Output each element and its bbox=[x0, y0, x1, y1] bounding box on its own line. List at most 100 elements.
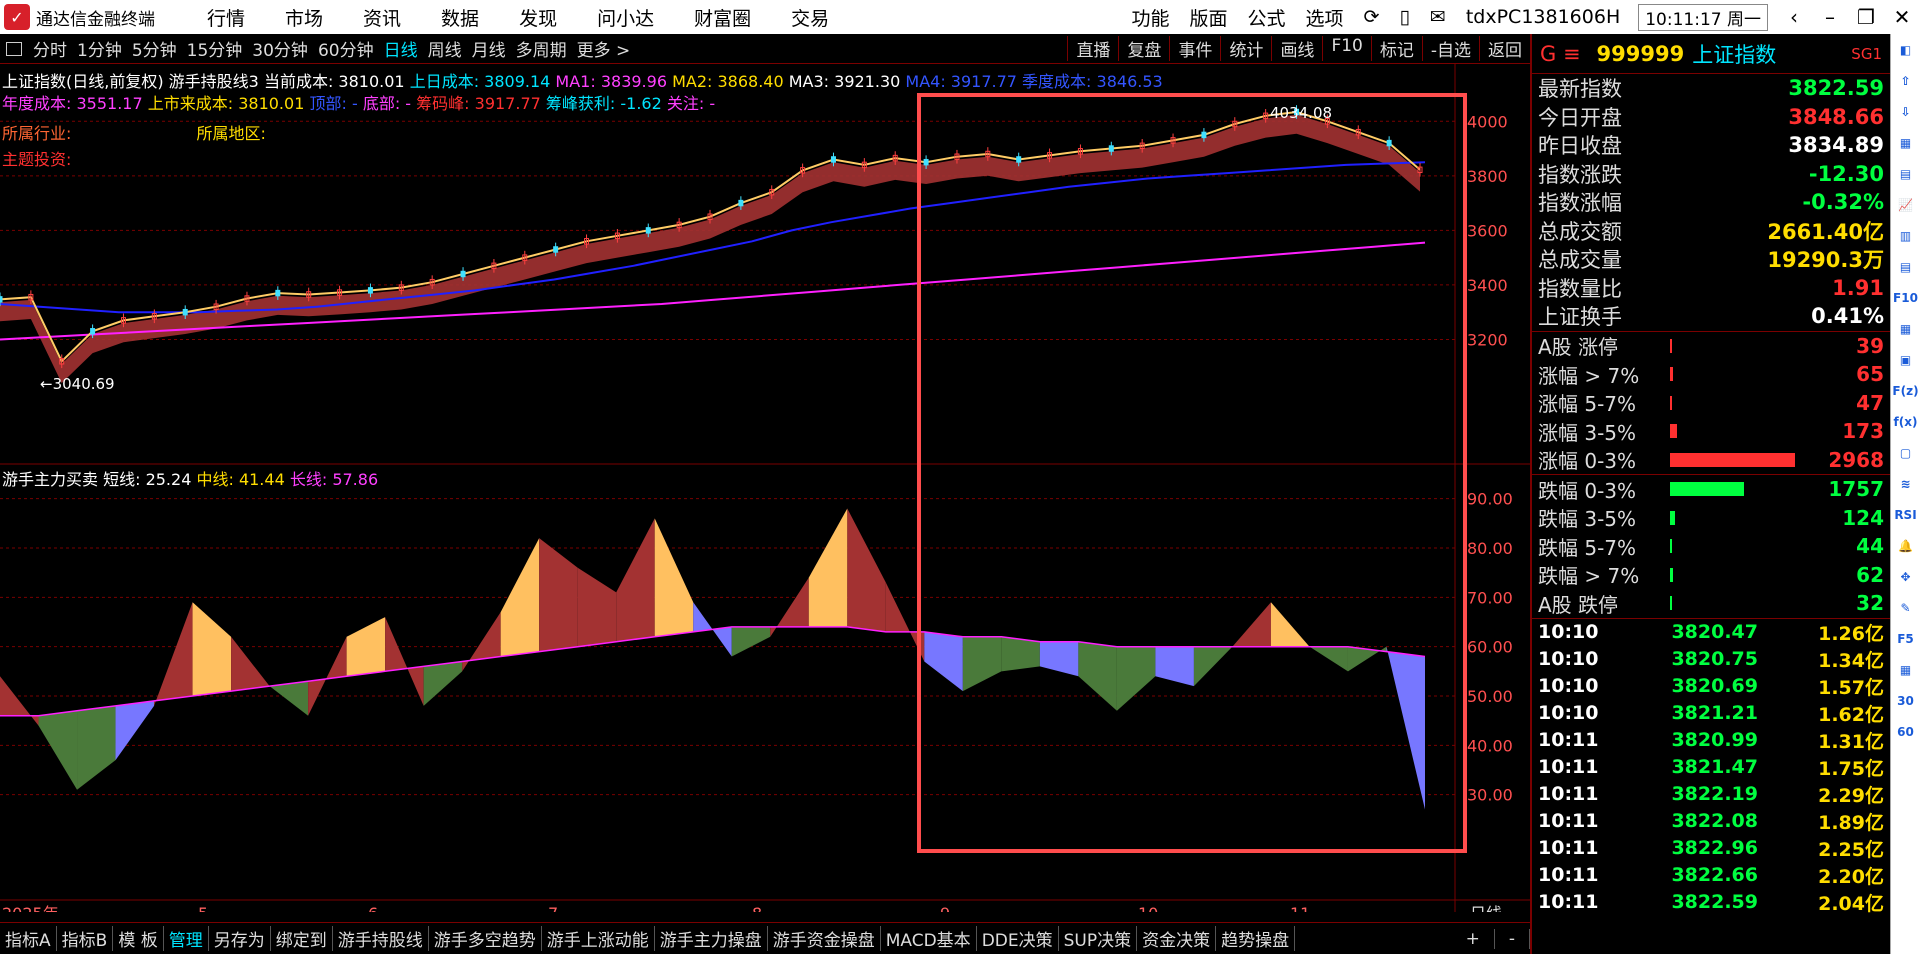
period-3[interactable]: 15分钟 bbox=[182, 36, 248, 61]
period-7[interactable]: 周线 bbox=[423, 36, 467, 61]
tab-3[interactable]: 管理 bbox=[164, 926, 209, 951]
breadth-value: 47 bbox=[1856, 390, 1884, 415]
tick-time: 10:10 bbox=[1538, 648, 1599, 670]
month-label: 8 bbox=[752, 904, 762, 912]
menu-caifuquan[interactable]: 财富圈 bbox=[674, 4, 771, 31]
sidebar-tool-icon[interactable]: 📈 bbox=[1891, 189, 1920, 220]
menu-zixun[interactable]: 资讯 bbox=[343, 4, 421, 31]
period-5[interactable]: 60分钟 bbox=[313, 36, 379, 61]
candle-body bbox=[367, 287, 373, 294]
menu-banmian[interactable]: 版面 bbox=[1179, 4, 1237, 31]
sidebar-tool-icon[interactable]: ▦ bbox=[1891, 654, 1920, 685]
tab-11[interactable]: MACD基本 bbox=[881, 926, 977, 951]
sidebar-tool-icon[interactable]: ▦ bbox=[1891, 127, 1920, 158]
sidebar-tool-icon[interactable]: ⇧ bbox=[1891, 65, 1920, 96]
tool-8[interactable]: 返回 bbox=[1479, 36, 1530, 61]
sidebar-tool-icon[interactable]: ▤ bbox=[1891, 158, 1920, 189]
osc-fill-segment bbox=[77, 705, 116, 790]
menu-hangqing[interactable]: 行情 bbox=[187, 4, 265, 31]
tab-13[interactable]: SUP决策 bbox=[1059, 926, 1138, 951]
tab-10[interactable]: 游手资金操盘 bbox=[768, 926, 881, 951]
panel-toggle-icon[interactable] bbox=[6, 41, 22, 56]
tool-0[interactable]: 直播 bbox=[1067, 36, 1118, 61]
menu-gongshi[interactable]: 公式 bbox=[1238, 4, 1296, 31]
tab-9[interactable]: 游手主力操盘 bbox=[655, 926, 768, 951]
sidebar-tool-icon[interactable]: 60 bbox=[1891, 716, 1920, 747]
menu-xuanxiang[interactable]: 选项 bbox=[1296, 4, 1354, 31]
tab-7[interactable]: 游手多空趋势 bbox=[429, 926, 542, 951]
sidebar-tool-icon[interactable]: ⇩ bbox=[1891, 96, 1920, 127]
tab-ctrl-0[interactable]: + bbox=[1452, 928, 1495, 949]
group-icon[interactable]: G ≡ bbox=[1540, 42, 1581, 66]
tab-15[interactable]: 趋势操盘 bbox=[1216, 926, 1296, 951]
sidebar-tool-icon[interactable]: ✥ bbox=[1891, 561, 1920, 592]
tool-4[interactable]: 画线 bbox=[1271, 36, 1322, 61]
sidebar-tool-icon[interactable]: ▥ bbox=[1891, 220, 1920, 251]
breadth-row: 涨幅 3-5% 173 bbox=[1532, 417, 1890, 446]
tab-1[interactable]: 指标B bbox=[57, 926, 114, 951]
price-axis-label: 3200 bbox=[1467, 330, 1508, 349]
period-1[interactable]: 1分钟 bbox=[72, 36, 127, 61]
sidebar-tool-icon[interactable]: F5 bbox=[1891, 623, 1920, 654]
candle-body bbox=[90, 328, 96, 335]
restore-icon[interactable]: ❐ bbox=[1848, 5, 1884, 29]
close-icon[interactable]: ✕ bbox=[1884, 5, 1920, 29]
tab-6[interactable]: 游手持股线 bbox=[333, 926, 429, 951]
tab-5[interactable]: 绑定到 bbox=[271, 926, 333, 951]
tab-2[interactable]: 模 板 bbox=[113, 926, 164, 951]
sidebar-tool-icon[interactable]: 🔔 bbox=[1891, 530, 1920, 561]
candle-body bbox=[738, 199, 744, 207]
price-axis-label: 4000 bbox=[1467, 112, 1508, 131]
sidebar-tool-icon[interactable]: ▣ bbox=[1891, 344, 1920, 375]
tab-8[interactable]: 游手上涨动能 bbox=[542, 926, 655, 951]
sidebar-tool-icon[interactable]: ▤ bbox=[1891, 251, 1920, 282]
info1-item-1: 游手持股线3 bbox=[168, 72, 264, 91]
region-label: 所属地区: bbox=[196, 124, 266, 143]
breadth-bar bbox=[1670, 395, 1672, 410]
tick-time: 10:11 bbox=[1538, 810, 1599, 832]
period-4[interactable]: 30分钟 bbox=[247, 36, 313, 61]
sidebar-tool-icon[interactable]: RSI bbox=[1891, 499, 1920, 530]
tool-6[interactable]: 标记 bbox=[1370, 36, 1422, 61]
menu-jiaoyi[interactable]: 交易 bbox=[771, 4, 849, 31]
stat-value: 2661.40亿 bbox=[1767, 219, 1884, 244]
tool-2[interactable]: 事件 bbox=[1169, 36, 1220, 61]
tool-3[interactable]: 统计 bbox=[1220, 36, 1271, 61]
period-0[interactable]: 分时 bbox=[28, 36, 72, 61]
menu-gongneng[interactable]: 功能 bbox=[1121, 4, 1179, 31]
tick-time: 10:11 bbox=[1538, 864, 1599, 886]
tool-1[interactable]: 复盘 bbox=[1118, 36, 1169, 61]
sidebar-tool-icon[interactable]: ▦ bbox=[1891, 313, 1920, 344]
sidebar-tool-icon[interactable]: ▢ bbox=[1891, 437, 1920, 468]
tool-5[interactable]: F10 bbox=[1322, 36, 1370, 61]
sidebar-tool-icon[interactable]: ◧ bbox=[1891, 34, 1920, 65]
menu-wenxiaoda[interactable]: 问小达 bbox=[577, 4, 674, 31]
quote-tag[interactable]: SG1 bbox=[1851, 45, 1882, 63]
period-2[interactable]: 5分钟 bbox=[127, 36, 182, 61]
message-icon[interactable]: ✉ bbox=[1420, 6, 1456, 28]
period-6[interactable]: 日线 bbox=[379, 36, 423, 61]
period-10[interactable]: 更多 > bbox=[572, 36, 636, 61]
tab-12[interactable]: DDE决策 bbox=[977, 926, 1059, 951]
menu-faxian[interactable]: 发现 bbox=[499, 4, 577, 31]
tool-7[interactable]: -自选 bbox=[1421, 36, 1479, 61]
refresh-icon[interactable]: ⟳ bbox=[1354, 6, 1390, 28]
tab-14[interactable]: 资金决策 bbox=[1137, 926, 1217, 951]
sidebar-tool-icon[interactable]: f(x) bbox=[1891, 406, 1920, 437]
stat-row: 总成交量 19290.3万 bbox=[1532, 245, 1890, 274]
period-9[interactable]: 多周期 bbox=[511, 36, 572, 61]
sidebar-tool-icon[interactable]: F10 bbox=[1891, 282, 1920, 313]
menu-shichang[interactable]: 市场 bbox=[265, 4, 343, 31]
phone-icon[interactable]: ▯ bbox=[1389, 6, 1419, 28]
period-8[interactable]: 月线 bbox=[467, 36, 511, 61]
minimize-icon[interactable]: – bbox=[1812, 5, 1848, 29]
sidebar-tool-icon[interactable]: 30 bbox=[1891, 685, 1920, 716]
tab-4[interactable]: 另存为 bbox=[209, 926, 271, 951]
sidebar-tool-icon[interactable]: ≋ bbox=[1891, 468, 1920, 499]
sidebar-tool-icon[interactable]: ✎ bbox=[1891, 592, 1920, 623]
menu-shuju[interactable]: 数据 bbox=[421, 4, 499, 31]
back-icon[interactable]: ‹ bbox=[1776, 5, 1812, 29]
sidebar-tool-icon[interactable]: F(z) bbox=[1891, 375, 1920, 406]
tab-ctrl-1[interactable]: - bbox=[1495, 928, 1530, 949]
tab-0[interactable]: 指标A bbox=[0, 926, 57, 951]
